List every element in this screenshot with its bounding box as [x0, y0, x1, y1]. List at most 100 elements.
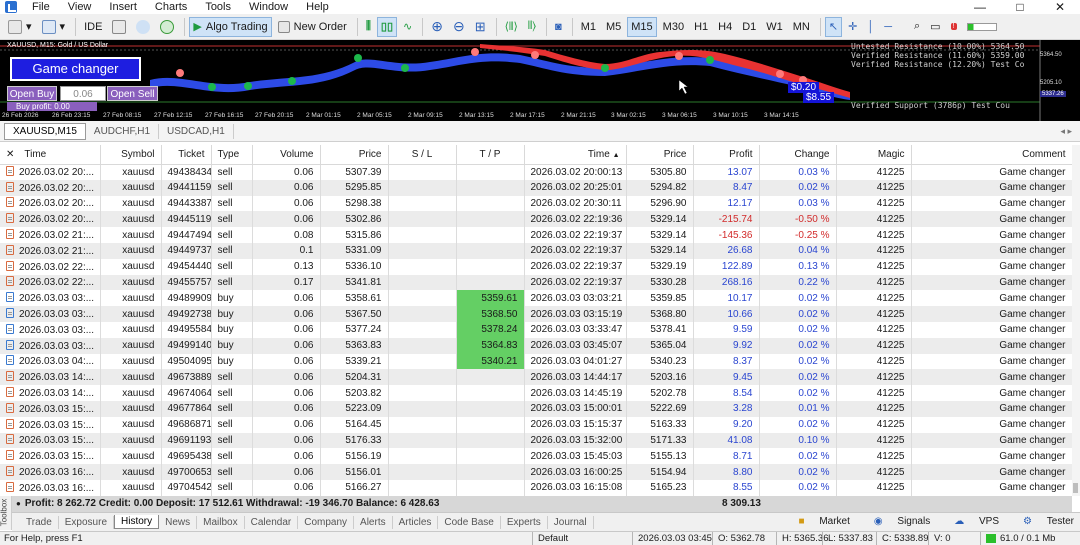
open-sell-button[interactable]: Open Sell — [107, 86, 158, 101]
table-row[interactable]: 2026.03.02 20:... xauusd 49438434 sell 0.06 5… — [0, 164, 1073, 180]
timeframe-d1[interactable]: D1 — [738, 17, 760, 37]
lot-size-input[interactable]: 0.06 — [60, 86, 106, 101]
menu-view[interactable]: View — [59, 1, 101, 13]
table-row[interactable]: 2026.03.02 22:... xauusd 49454440 sell 0.13 5… — [0, 258, 1073, 275]
scrollbar-thumb[interactable] — [1073, 483, 1078, 493]
menu-tools[interactable]: Tools — [196, 1, 240, 13]
zoom-in-button[interactable]: ⊕ — [427, 17, 447, 37]
timeframe-m30[interactable]: M30 — [659, 17, 688, 37]
table-row[interactable]: 2026.03.03 04:... xauusd 49504095 buy 0.06 53… — [0, 353, 1073, 370]
table-row[interactable]: 2026.03.03 14:... xauusd 49673889 sell 0.06 5… — [0, 369, 1073, 386]
chart-window[interactable]: XAUUSD, M15: Gold / US Dollar Untested R… — [0, 40, 1080, 121]
table-row[interactable]: 2026.03.03 16:... xauusd 49704542 sell 0.06 5… — [0, 479, 1073, 496]
minimize-button[interactable]: — — [960, 0, 1000, 14]
tab-articles[interactable]: Articles — [393, 515, 439, 529]
history-center-button[interactable] — [108, 17, 130, 37]
column-header-sl[interactable]: S / L — [388, 145, 457, 165]
line-chart-button[interactable]: ∿ — [399, 17, 416, 37]
column-header-price[interactable]: Price — [320, 145, 389, 165]
column-header-symbol[interactable]: Symbol — [100, 145, 162, 165]
tester-tool[interactable]: ⚙ Tester — [1011, 516, 1074, 527]
close-button[interactable]: ✕ — [1040, 0, 1080, 14]
status-profile[interactable]: Default — [538, 532, 568, 545]
column-header-close-price[interactable]: Price — [626, 145, 694, 165]
table-row[interactable]: 2026.03.02 20:... xauusd 49443387 sell 0.06 5… — [0, 195, 1073, 212]
timeframe-m1[interactable]: M1 — [577, 17, 600, 37]
tab-journal[interactable]: Journal — [548, 515, 594, 529]
column-header-magic[interactable]: Magic — [836, 145, 912, 165]
algo-trading-button[interactable]: ▶ Algo Trading — [189, 16, 272, 37]
tile-windows-button[interactable]: ⊞ — [471, 17, 490, 37]
table-row[interactable]: 2026.03.03 15:... xauusd 49677864 sell 0.06 5… — [0, 400, 1073, 417]
tab-mailbox[interactable]: Mailbox — [197, 515, 245, 529]
timeframe-mn[interactable]: MN — [789, 17, 814, 37]
toolbox-side-tab[interactable]: Toolbox — [0, 496, 12, 530]
cursor-tool-button[interactable]: ↖ — [824, 16, 843, 37]
menu-window[interactable]: Window — [240, 1, 297, 13]
table-row[interactable]: 2026.03.02 22:... xauusd 49455757 sell 0.17 5… — [0, 274, 1073, 291]
column-header-comment[interactable]: Comment — [911, 145, 1073, 165]
tab-trade[interactable]: Trade — [20, 515, 59, 529]
column-header-ticket[interactable]: Ticket — [161, 145, 212, 165]
tab-scroll-arrows[interactable]: ◂ ▸ — [1060, 126, 1072, 137]
vertical-line-tool-button[interactable]: │ — [863, 17, 878, 37]
zoom-out-button[interactable]: ⊖ — [449, 17, 469, 37]
open-buy-button[interactable]: Open Buy — [7, 86, 57, 101]
table-row[interactable]: 2026.03.03 16:... xauusd 49700653 sell 0.06 5… — [0, 464, 1073, 480]
table-row[interactable]: 2026.03.03 03:... xauusd 49489909 buy 0.06 53… — [0, 290, 1073, 307]
tab-experts[interactable]: Experts — [501, 515, 548, 529]
menu-help[interactable]: Help — [297, 1, 338, 13]
table-row[interactable]: 2026.03.03 03:... xauusd 49495584 buy 0.06 53… — [0, 321, 1073, 338]
column-header-profit[interactable]: Profit — [693, 145, 760, 165]
timeframe-w1[interactable]: W1 — [762, 17, 787, 37]
column-header-close-time[interactable]: Time ▲ — [524, 145, 627, 165]
vps-cloud-button[interactable] — [132, 17, 154, 37]
table-row[interactable]: 2026.03.03 15:... xauusd 49695438 sell 0.06 5… — [0, 448, 1073, 465]
market-button[interactable] — [156, 17, 178, 37]
tab-calendar[interactable]: Calendar — [245, 515, 299, 529]
tab-company[interactable]: Company — [298, 515, 355, 529]
chat-button[interactable]: ▭ — [926, 17, 944, 37]
signals-tool[interactable]: ◉ Signals — [862, 516, 930, 527]
column-header-tp[interactable]: T / P — [456, 145, 525, 165]
chart-shift-button[interactable]: ⫴⟩ — [524, 17, 540, 37]
crosshair-tool-button[interactable]: ✛ — [844, 17, 861, 37]
table-row[interactable]: 2026.03.02 21:... xauusd 49447494 sell 0.08 5… — [0, 227, 1073, 243]
horizontal-line-tool-button[interactable]: ─ — [880, 17, 896, 37]
chart-tab-usdcad[interactable]: USDCAD,H1 — [159, 123, 234, 139]
tab-alerts[interactable]: Alerts — [354, 515, 393, 529]
table-scrollbar[interactable] — [1072, 145, 1080, 496]
timeframe-m15[interactable]: M15 — [627, 16, 657, 37]
table-row[interactable]: 2026.03.03 03:... xauusd 49499140 buy 0.06 53… — [0, 337, 1073, 354]
close-table-icon[interactable]: ✕ — [6, 149, 14, 160]
menu-file[interactable]: File — [23, 1, 59, 13]
screenshot-button[interactable]: ◙ — [551, 17, 566, 37]
tab-code-base[interactable]: Code Base — [438, 515, 501, 529]
column-header-time[interactable]: ✕ Time — [0, 145, 101, 165]
chart-tab-xauusd[interactable]: XAUUSD,M15 — [4, 122, 86, 140]
menu-charts[interactable]: Charts — [146, 1, 196, 13]
vps-tool[interactable]: ☁ VPS — [942, 516, 999, 527]
table-row[interactable]: 2026.03.02 21:... xauusd 49449737 sell 0.1 53… — [0, 242, 1073, 259]
chart-profiles-button[interactable]: ▾ — [38, 17, 70, 37]
timeframe-h4[interactable]: H4 — [714, 17, 736, 37]
maximize-button[interactable]: □ — [1000, 0, 1040, 14]
column-header-type[interactable]: Type — [211, 145, 253, 165]
notifications-button[interactable]: ! — [947, 17, 961, 37]
timeframe-h1[interactable]: H1 — [690, 17, 712, 37]
new-order-button[interactable]: New Order — [274, 17, 351, 37]
bar-chart-button[interactable]: ⫼ — [362, 17, 375, 37]
table-row[interactable]: 2026.03.02 20:... xauusd 49445119 sell 0.06 5… — [0, 211, 1073, 228]
timeframe-m5[interactable]: M5 — [602, 17, 625, 37]
chart-tab-audchf[interactable]: AUDCHF,H1 — [86, 123, 160, 139]
auto-scroll-button[interactable]: ⟨⫴⟩ — [501, 17, 522, 37]
ide-button[interactable]: IDE — [80, 17, 106, 37]
menu-insert[interactable]: Insert — [100, 1, 146, 13]
table-row[interactable]: 2026.03.02 20:... xauusd 49441159 sell 0.06 5… — [0, 179, 1073, 196]
table-row[interactable]: 2026.03.03 15:... xauusd 49691193 sell 0.06 5… — [0, 432, 1073, 449]
tab-news[interactable]: News — [159, 515, 198, 529]
column-header-change[interactable]: Change — [759, 145, 837, 165]
search-button[interactable]: ⌕ — [910, 17, 924, 37]
table-row[interactable]: 2026.03.03 03:... xauusd 49492738 buy 0.06 53… — [0, 306, 1073, 322]
tab-history[interactable]: History — [114, 515, 160, 529]
